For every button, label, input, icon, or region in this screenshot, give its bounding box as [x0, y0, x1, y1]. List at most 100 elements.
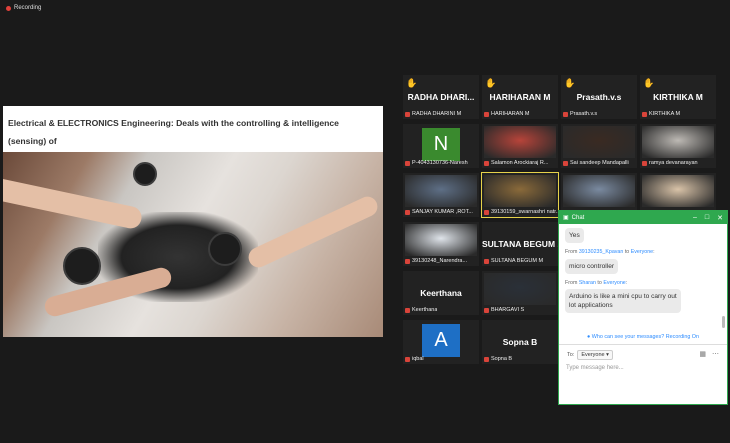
mic-muted-icon	[484, 111, 489, 117]
participant-name-label: iqbal	[412, 356, 424, 362]
mic-muted-icon	[484, 160, 489, 166]
participant-video	[642, 175, 714, 207]
participant-tile[interactable]: Aiqbal	[403, 320, 479, 364]
recording-notice[interactable]: ● Who can see your messages? Recording O…	[559, 334, 727, 340]
maximize-icon[interactable]: □	[705, 214, 709, 222]
participant-tile[interactable]: N P-4043130736-Naresh	[403, 124, 479, 168]
participant-name-label: ramya devanarayan	[649, 160, 698, 166]
participant-video	[642, 126, 714, 158]
mic-muted-icon	[484, 209, 489, 215]
raised-hand-icon: ✋	[406, 78, 418, 88]
record-dot-icon	[6, 5, 11, 11]
participant-name-label: SANJAY KUMAR ,ROT...	[412, 209, 473, 215]
participant-name-label: Sai sandeep Mandapalli	[570, 160, 629, 166]
chat-messages[interactable]: Yes From 39130235_Kpavan to Everyone: mi…	[559, 224, 727, 342]
participant-display-name: RADHA DHARI...	[407, 92, 475, 102]
participant-name-label: Keerthana	[412, 307, 438, 313]
participant-video	[405, 175, 477, 207]
participant-name-label: Salamon Arockiaraj R...	[491, 160, 549, 166]
participant-tile[interactable]: SANJAY KUMAR ,ROT...	[403, 173, 479, 217]
slide-photo	[3, 152, 383, 337]
minimize-icon[interactable]: –	[693, 214, 697, 222]
participant-tile[interactable]: HARIHARAN M ✋ HARIHARAN M	[482, 75, 558, 119]
participant-video	[484, 175, 556, 207]
mic-muted-icon	[642, 111, 647, 117]
message-sender: 39130235_Kpavan	[578, 249, 624, 255]
mic-muted-icon	[405, 160, 410, 166]
participant-name-label: P-4043130736-Naresh	[412, 160, 468, 166]
recording-label: Recording	[14, 5, 42, 11]
raised-hand-icon: ✋	[643, 78, 655, 88]
participant-display-name: HARIHARAN M	[489, 92, 551, 102]
file-icon[interactable]: ▦	[699, 350, 706, 358]
chat-window[interactable]: ▣ Chat – □ ✕ Yes From 39130235_Kpavan to…	[558, 210, 728, 405]
participant-avatar: A	[422, 324, 460, 357]
message-sender: Sharan	[578, 280, 596, 286]
participant-video	[405, 224, 477, 256]
participant-tile[interactable]: Prasath.v.s ✋ Prasath.v.s	[561, 75, 637, 119]
mic-muted-icon	[405, 307, 410, 313]
participant-name-label: RADHA DHARINI M	[412, 111, 462, 117]
participant-name-label: KIRTHIKA M	[649, 111, 681, 117]
chat-title: Chat	[571, 214, 585, 221]
participant-tile[interactable]: KIRTHIKA M ✋ KIRTHIKA M	[640, 75, 716, 119]
message-text: Yes	[565, 228, 584, 243]
chat-message-input[interactable]: Type message here...	[566, 365, 716, 371]
mic-muted-icon	[484, 258, 489, 264]
participant-tile[interactable]: ramya devanarayan	[640, 124, 716, 168]
mic-muted-icon	[563, 111, 568, 117]
recording-indicator: Recording	[6, 5, 41, 11]
mic-muted-icon	[563, 160, 568, 166]
chat-message: Yes	[565, 224, 721, 243]
mic-muted-icon	[405, 356, 410, 362]
chevron-down-icon: ▾	[606, 352, 609, 358]
message-text: Arduino is like a mini cpu to carry out …	[565, 289, 681, 313]
mic-muted-icon	[642, 160, 647, 166]
participant-tile[interactable]: Salamon Arockiaraj R...	[482, 124, 558, 168]
participant-name-label: 39130159_swarnashri natr...	[491, 209, 558, 215]
message-recipient: Everyone	[630, 249, 654, 255]
recipient-select[interactable]: Everyone ▾	[577, 350, 613, 360]
participant-tile[interactable]: SULTANA BEGUM ... SULTANA BEGUM M	[482, 222, 558, 266]
participant-display-name: SULTANA BEGUM ...	[482, 239, 558, 249]
shared-screen: Electrical & ELECTRONICS Engineering: De…	[3, 106, 383, 337]
chat-bubble-icon: ▣	[563, 215, 569, 221]
participant-display-name: Keerthana	[420, 288, 462, 298]
participant-name-label: Prasath.v.s	[570, 111, 598, 117]
hand-shape	[3, 175, 144, 231]
participant-name-label: Sopna B	[491, 356, 513, 362]
mic-muted-icon	[405, 209, 410, 215]
chat-scrollbar[interactable]	[722, 316, 725, 328]
to-label: To:	[567, 352, 575, 358]
participant-name-label: 39130248_Narendra...	[412, 258, 468, 264]
participant-tile[interactable]: Sopna B Sopna B	[482, 320, 558, 364]
participant-tile[interactable]: BHARGAVI S	[482, 271, 558, 315]
mic-muted-icon	[484, 307, 489, 313]
wheel-shape	[208, 232, 242, 266]
participant-name-label: BHARGAVI S	[491, 307, 525, 313]
more-icon[interactable]: ⋯	[712, 350, 719, 358]
participant-video	[484, 273, 556, 305]
participant-tile[interactable]: Sai sandeep Mandapalli	[561, 124, 637, 168]
participant-video	[563, 175, 635, 207]
mic-muted-icon	[405, 258, 410, 264]
participant-tile[interactable]: 39130248_Narendra...	[403, 222, 479, 266]
participant-video	[563, 126, 635, 158]
participant-tile[interactable]: RADHA DHARI... ✋ RADHA DHARINI M	[403, 75, 479, 119]
divider	[559, 344, 727, 345]
chat-message: From Sharan to Everyone: Arduino is like…	[565, 280, 721, 313]
people-icon: ●	[586, 334, 591, 340]
participant-avatar: N	[422, 128, 460, 161]
wheel-shape	[133, 162, 157, 186]
chat-titlebar[interactable]: ▣ Chat – □ ✕	[559, 211, 727, 224]
chat-message: From 39130235_Kpavan to Everyone: micro …	[565, 249, 721, 274]
message-recipient: Everyone	[603, 280, 626, 286]
message-text: micro controller	[565, 259, 619, 274]
raised-hand-icon: ✋	[564, 78, 576, 88]
raised-hand-icon: ✋	[485, 78, 497, 88]
participant-tile[interactable]: 39130159_swarnashri natr...	[481, 172, 559, 218]
close-icon[interactable]: ✕	[717, 214, 723, 222]
participant-tile[interactable]: Keerthana Keerthana	[403, 271, 479, 315]
mic-muted-icon	[405, 111, 410, 117]
participant-name-label: SULTANA BEGUM M	[491, 258, 544, 264]
